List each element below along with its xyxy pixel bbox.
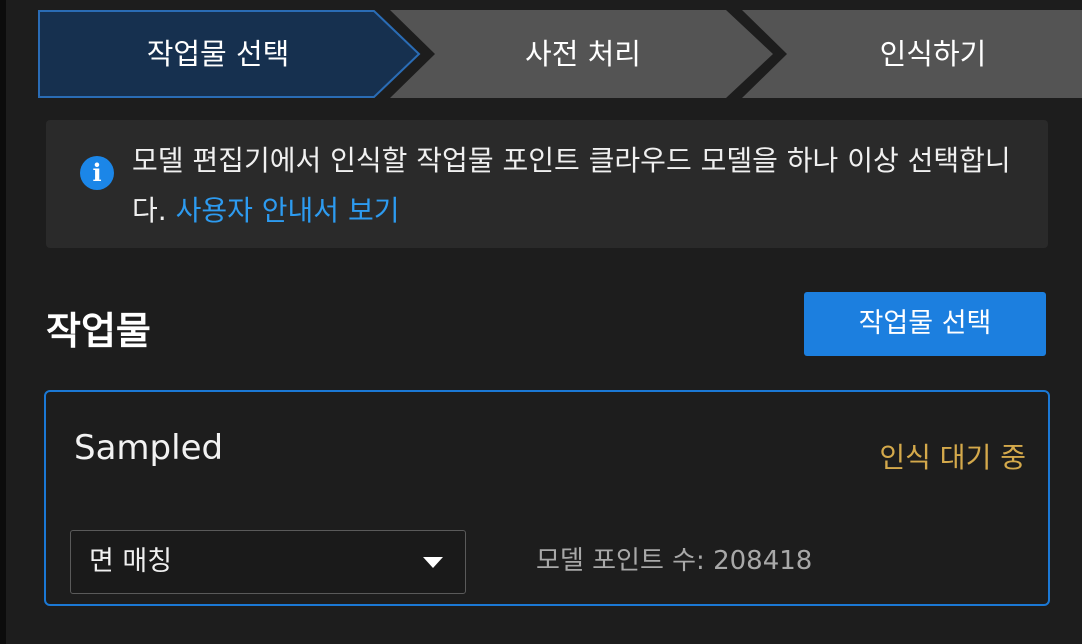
step-navigation: 작업물 선택 사전 처리 인식하기 [38, 10, 1082, 98]
step-2-label: 사전 처리 [525, 37, 641, 71]
info-icon: i [80, 156, 114, 190]
model-point-count: 모델 포인트 수: 208418 [536, 546, 813, 576]
workpiece-selection-panel: 작업물 선택 사전 처리 인식하기 i 모델 편집기에서 인식할 작업물 포인트… [6, 0, 1082, 644]
matching-mode-dropdown[interactable]: 면 매칭 [70, 530, 466, 594]
recognition-status-badge: 인식 대기 중 [879, 441, 1026, 474]
workpiece-card[interactable]: Sampled 인식 대기 중 면 매칭 모델 포인트 수: 208418 [44, 390, 1050, 606]
matching-mode-value: 면 매칭 [89, 546, 173, 577]
step-1-label: 작업물 선택 [146, 37, 290, 71]
workpieces-heading: 작업물 [46, 309, 151, 353]
info-banner: i 모델 편집기에서 인식할 작업물 포인트 클라우드 모델을 하나 이상 선택… [46, 120, 1048, 248]
workpiece-name: Sampled [74, 428, 224, 468]
user-guide-link[interactable]: 사용자 안내서 보기 [176, 194, 400, 227]
select-workpiece-button[interactable]: 작업물 선택 [804, 292, 1046, 356]
step-3-label: 인식하기 [879, 37, 987, 71]
chevron-down-icon [423, 557, 443, 568]
info-message: 모델 편집기에서 인식할 작업물 포인트 클라우드 모델을 하나 이상 선택합니… [132, 136, 1032, 236]
